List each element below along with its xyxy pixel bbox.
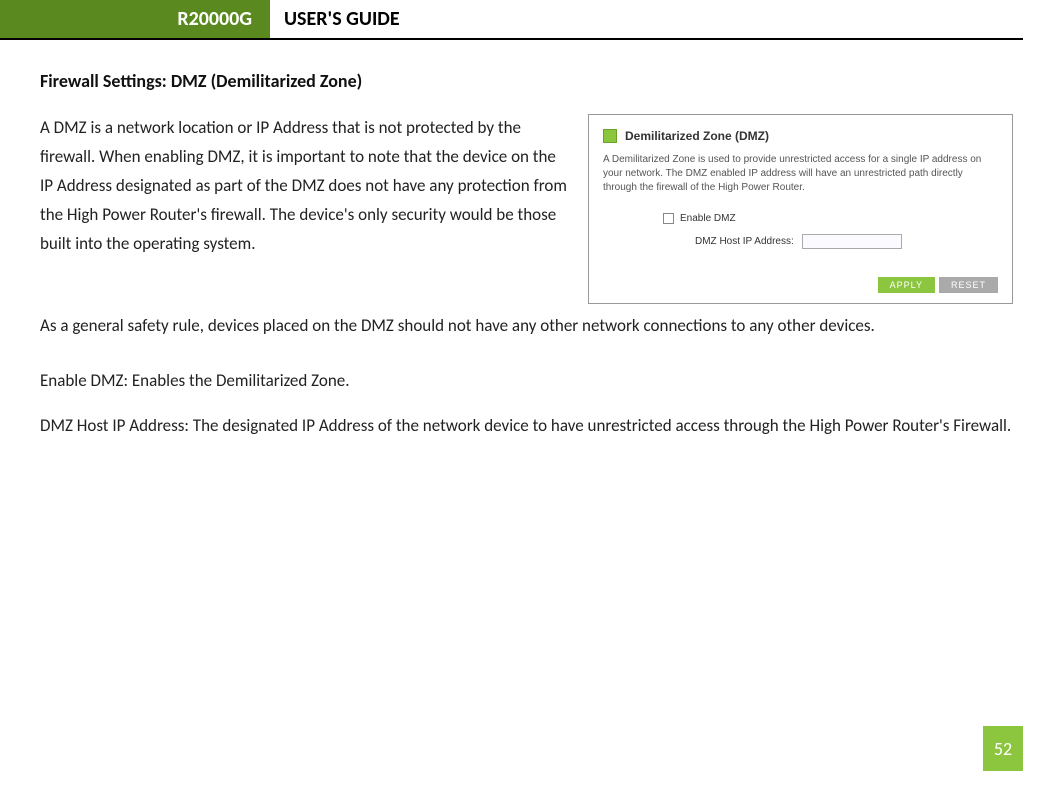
paragraph-3: Enable DMZ: Enables the Demilitarized Zo… bbox=[40, 367, 1013, 396]
section-title: Firewall Settings: DMZ (Demilitarized Zo… bbox=[40, 70, 1013, 92]
enable-dmz-label: Enable DMZ bbox=[680, 213, 736, 224]
screenshot-description: A Demilitarized Zone is used to provide … bbox=[603, 153, 998, 195]
dmz-host-ip-label: DMZ Host IP Address: bbox=[695, 236, 794, 247]
screenshot-title: Demilitarized Zone (DMZ) bbox=[625, 129, 769, 143]
dmz-settings-screenshot: Demilitarized Zone (DMZ) A Demilitarized… bbox=[588, 114, 1013, 304]
page-number: 52 bbox=[983, 726, 1023, 771]
paragraph-4: DMZ Host IP Address: The designated IP A… bbox=[40, 412, 1013, 441]
apply-button[interactable]: APPLY bbox=[878, 277, 935, 293]
header-model: R20000G bbox=[0, 0, 270, 38]
paragraph-2: As a general safety rule, devices placed… bbox=[40, 312, 1013, 341]
page-content: Firewall Settings: DMZ (Demilitarized Zo… bbox=[0, 40, 1053, 441]
enable-dmz-checkbox[interactable] bbox=[663, 213, 674, 224]
header-title: USER'S GUIDE bbox=[270, 7, 400, 31]
page-header: R20000G USER'S GUIDE bbox=[0, 0, 1023, 40]
dmz-host-ip-input[interactable] bbox=[802, 234, 902, 249]
paragraph-1: A DMZ is a network location or IP Addres… bbox=[40, 114, 568, 258]
reset-button[interactable]: RESET bbox=[939, 277, 998, 293]
section-marker-icon bbox=[603, 129, 617, 143]
